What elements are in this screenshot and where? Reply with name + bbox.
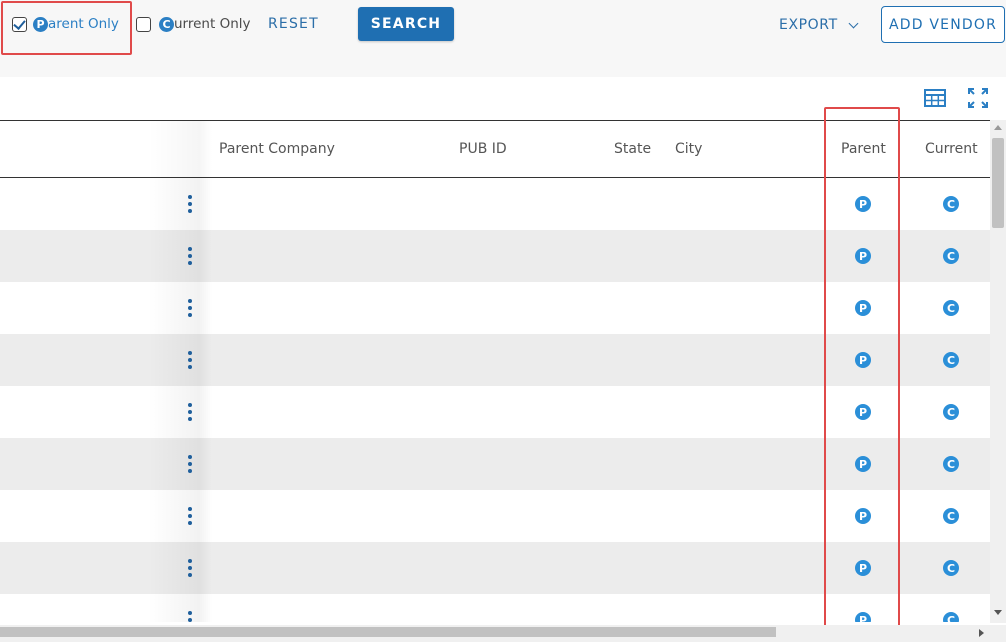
- expand-fullscreen-icon[interactable]: [968, 88, 988, 108]
- vendor-table: Parent Company PUB ID State City Parent …: [0, 120, 990, 622]
- header-shade: [148, 121, 212, 178]
- parent-badge-icon: P: [33, 16, 48, 32]
- col-parent-company[interactable]: Parent Company: [219, 141, 335, 157]
- horizontal-scrollbar[interactable]: [0, 625, 1006, 642]
- parent-icon: P: [855, 404, 871, 420]
- current-only-label: urrent Only: [174, 16, 251, 32]
- parent-icon: P: [855, 560, 871, 576]
- row-shade: [148, 594, 212, 622]
- table-row[interactable]: PC: [0, 230, 990, 282]
- current-icon: C: [943, 612, 959, 622]
- export-button[interactable]: EXPORT: [779, 17, 859, 33]
- vertical-scrollbar[interactable]: [990, 120, 1006, 623]
- parent-icon: P: [855, 508, 871, 524]
- table-row[interactable]: PC: [0, 282, 990, 334]
- current-icon: C: [943, 352, 959, 368]
- current-icon: C: [943, 248, 959, 264]
- row-shade: [148, 490, 212, 542]
- current-icon: C: [943, 456, 959, 472]
- current-icon: C: [943, 560, 959, 576]
- table-row[interactable]: PC: [0, 542, 990, 594]
- col-current[interactable]: Current: [925, 141, 978, 157]
- kebab-menu-icon[interactable]: [185, 507, 195, 527]
- parent-icon: P: [855, 352, 871, 368]
- vertical-scroll-thumb[interactable]: [992, 138, 1004, 228]
- kebab-menu-icon[interactable]: [185, 195, 195, 215]
- current-icon: C: [943, 404, 959, 420]
- row-shade: [148, 282, 212, 334]
- row-shade: [148, 438, 212, 490]
- scroll-right-icon[interactable]: [979, 629, 984, 637]
- kebab-menu-icon[interactable]: [185, 455, 195, 475]
- parent-only-label: arent Only: [48, 16, 119, 32]
- col-parent[interactable]: Parent: [841, 141, 886, 157]
- row-shade: [148, 230, 212, 282]
- kebab-menu-icon[interactable]: [185, 351, 195, 371]
- table-row[interactable]: PC: [0, 386, 990, 438]
- toolbar: P arent Only C urrent Only RESET SEARCH …: [0, 0, 1006, 77]
- table-row[interactable]: PC: [0, 594, 990, 622]
- current-icon: C: [943, 508, 959, 524]
- kebab-menu-icon[interactable]: [185, 611, 195, 622]
- current-icon: C: [943, 300, 959, 316]
- table-header: Parent Company PUB ID State City Parent …: [0, 120, 990, 178]
- parent-icon: P: [855, 612, 871, 622]
- reset-button[interactable]: RESET: [268, 16, 319, 32]
- kebab-menu-icon[interactable]: [185, 299, 195, 319]
- current-icon: C: [943, 196, 959, 212]
- parent-only-checkbox[interactable]: [12, 16, 27, 32]
- parent-icon: P: [855, 456, 871, 472]
- table-row[interactable]: PC: [0, 438, 990, 490]
- search-button[interactable]: SEARCH: [358, 7, 454, 41]
- current-badge-icon: C: [159, 16, 174, 32]
- col-city[interactable]: City: [675, 141, 702, 157]
- table-row[interactable]: PC: [0, 490, 990, 542]
- row-shade: [148, 542, 212, 594]
- export-label: EXPORT: [779, 17, 838, 33]
- current-only-filter[interactable]: C urrent Only: [136, 16, 251, 32]
- parent-only-filter[interactable]: P arent Only: [12, 16, 119, 32]
- scroll-up-icon[interactable]: [994, 125, 1002, 130]
- col-pub-id[interactable]: PUB ID: [459, 141, 507, 157]
- kebab-menu-icon[interactable]: [185, 559, 195, 579]
- parent-icon: P: [855, 248, 871, 264]
- kebab-menu-icon[interactable]: [185, 247, 195, 267]
- horizontal-scroll-thumb[interactable]: [0, 627, 776, 637]
- parent-icon: P: [855, 300, 871, 316]
- parent-icon: P: [855, 196, 871, 212]
- row-shade: [148, 178, 212, 230]
- add-vendor-button[interactable]: ADD VENDOR: [881, 6, 1005, 43]
- chevron-down-icon: [848, 18, 859, 28]
- grid-columns-icon[interactable]: [924, 89, 946, 107]
- table-row[interactable]: PC: [0, 334, 990, 386]
- scroll-down-icon[interactable]: [994, 610, 1002, 615]
- table-row[interactable]: PC: [0, 178, 990, 230]
- row-shade: [148, 386, 212, 438]
- col-state[interactable]: State: [614, 141, 651, 157]
- row-shade: [148, 334, 212, 386]
- current-only-checkbox[interactable]: [136, 16, 151, 32]
- grid-area: Parent Company PUB ID State City Parent …: [0, 77, 1006, 642]
- kebab-menu-icon[interactable]: [185, 403, 195, 423]
